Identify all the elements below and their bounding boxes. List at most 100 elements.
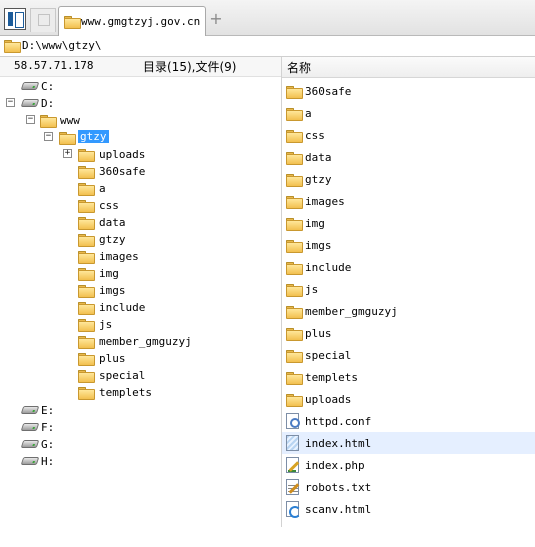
tree-folder-item[interactable]: special [99, 369, 145, 382]
list-item-name: index.html [305, 437, 372, 450]
folder-icon [78, 319, 95, 332]
new-tab-button[interactable]: + [208, 10, 224, 28]
conf-file-icon [286, 413, 300, 429]
list-item[interactable]: httpd.conf [282, 410, 535, 432]
list-item[interactable]: img [282, 212, 535, 234]
list-item-name: 360safe [305, 85, 352, 98]
list-item[interactable]: templets [282, 366, 535, 388]
folder-icon [286, 262, 303, 275]
tree-drive-h[interactable]: H: [41, 455, 54, 468]
tree-folder-item[interactable]: member_gmguzyj [99, 335, 192, 348]
list-item-name: gtzy [305, 173, 332, 186]
tree-drive-f[interactable]: F: [41, 421, 54, 434]
folder-icon [286, 328, 303, 341]
tree-folder-item[interactable]: js [99, 318, 112, 331]
list-item[interactable]: data [282, 146, 535, 168]
tree-folder-item[interactable]: gtzy [99, 233, 126, 246]
tree-drive-c[interactable]: C: [41, 80, 54, 93]
folder-icon [78, 234, 95, 247]
tree-drive-d[interactable]: D: [41, 97, 54, 110]
list-item[interactable]: uploads [282, 388, 535, 410]
tree-folder-item[interactable]: imgs [99, 284, 126, 297]
list-item-name: css [305, 129, 325, 142]
list-item-name: templets [305, 371, 358, 384]
tree-folder-item[interactable]: css [99, 199, 119, 212]
txt-file-icon [286, 479, 299, 495]
list-item-name: data [305, 151, 332, 164]
drive-icon [20, 440, 40, 448]
column-header-label: 名称 [287, 61, 312, 75]
drive-icon [20, 457, 40, 465]
tree-folder-item[interactable]: plus [99, 352, 126, 365]
folder-icon [78, 217, 95, 230]
folder-icon [40, 115, 57, 128]
drive-icon [20, 423, 40, 431]
collapse-icon[interactable]: − [26, 115, 35, 124]
tree-folder-item[interactable]: templets [99, 386, 152, 399]
folder-icon [286, 108, 303, 121]
folder-icon [78, 251, 95, 264]
list-item[interactable]: a [282, 102, 535, 124]
tree-folder-item[interactable]: images [99, 250, 139, 263]
tree-drive-e[interactable]: E: [41, 404, 54, 417]
folder-icon [78, 353, 95, 366]
collapse-icon[interactable]: − [6, 98, 15, 107]
list-item[interactable]: gtzy [282, 168, 535, 190]
list-item-name: uploads [305, 393, 352, 406]
address-bar[interactable]: D:\www\gtzy\ [0, 36, 535, 57]
folder-icon [78, 149, 95, 162]
tree-folder-item[interactable]: uploads [99, 148, 145, 161]
list-item[interactable]: scanv.html [282, 498, 535, 520]
tree-folder-item[interactable]: a [99, 182, 106, 195]
panel-toggle-icon[interactable] [4, 8, 26, 30]
folder-icon [78, 285, 95, 298]
tree-drive-g[interactable]: G: [41, 438, 54, 451]
folder-icon [286, 218, 303, 231]
tree-folder-item[interactable]: 360safe [99, 165, 145, 178]
expand-icon[interactable]: + [63, 149, 72, 158]
folder-icon [286, 174, 303, 187]
list-item-name: scanv.html [305, 503, 372, 516]
folder-icon [78, 387, 95, 400]
tree-folder-item[interactable]: include [99, 301, 145, 314]
folder-icon [286, 152, 303, 165]
list-item[interactable]: member_gmguzyj [282, 300, 535, 322]
list-item[interactable]: 360safe [282, 80, 535, 102]
list-item[interactable]: robots.txt [282, 476, 535, 498]
list-item-highlighted[interactable]: index.html [282, 432, 535, 454]
list-item-name: images [305, 195, 345, 208]
list-item[interactable]: index.php [282, 454, 535, 476]
tab-active[interactable]: www.gmgtzyj.gov.cn [58, 6, 206, 36]
list-item[interactable]: css [282, 124, 535, 146]
folder-icon [64, 16, 81, 29]
folder-icon [4, 40, 21, 53]
folder-icon [78, 268, 95, 281]
list-item[interactable]: include [282, 256, 535, 278]
folder-icon [286, 350, 303, 363]
list-item[interactable]: plus [282, 322, 535, 344]
list-item[interactable]: js [282, 278, 535, 300]
html-file-icon [286, 501, 301, 518]
folder-open-icon [59, 132, 76, 145]
list-item-name: httpd.conf [305, 415, 372, 428]
tree-folder-item[interactable]: data [99, 216, 126, 229]
column-header-name[interactable]: 名称 [282, 57, 535, 78]
folder-icon [286, 86, 303, 99]
list-item-name: robots.txt [305, 481, 372, 494]
list-item[interactable]: imgs [282, 234, 535, 256]
address-path[interactable]: D:\www\gtzy\ [22, 39, 101, 52]
tree-folder-gtzy-selected[interactable]: gtzy [78, 130, 109, 143]
tree-folder-www[interactable]: www [60, 114, 80, 127]
list-item[interactable]: special [282, 344, 535, 366]
list-item[interactable]: images [282, 190, 535, 212]
folder-icon [286, 196, 303, 209]
tab-bar: www.gmgtzyj.gov.cn + [0, 0, 535, 36]
tab-title: www.gmgtzyj.gov.cn [81, 15, 201, 28]
tree-folder-item[interactable]: img [99, 267, 119, 280]
list-item-name: member_gmguzyj [305, 305, 398, 318]
folder-icon [286, 240, 303, 253]
folder-icon [78, 302, 95, 315]
folder-icon [78, 200, 95, 213]
blank-tab[interactable] [30, 8, 56, 32]
collapse-icon[interactable]: − [44, 132, 53, 141]
